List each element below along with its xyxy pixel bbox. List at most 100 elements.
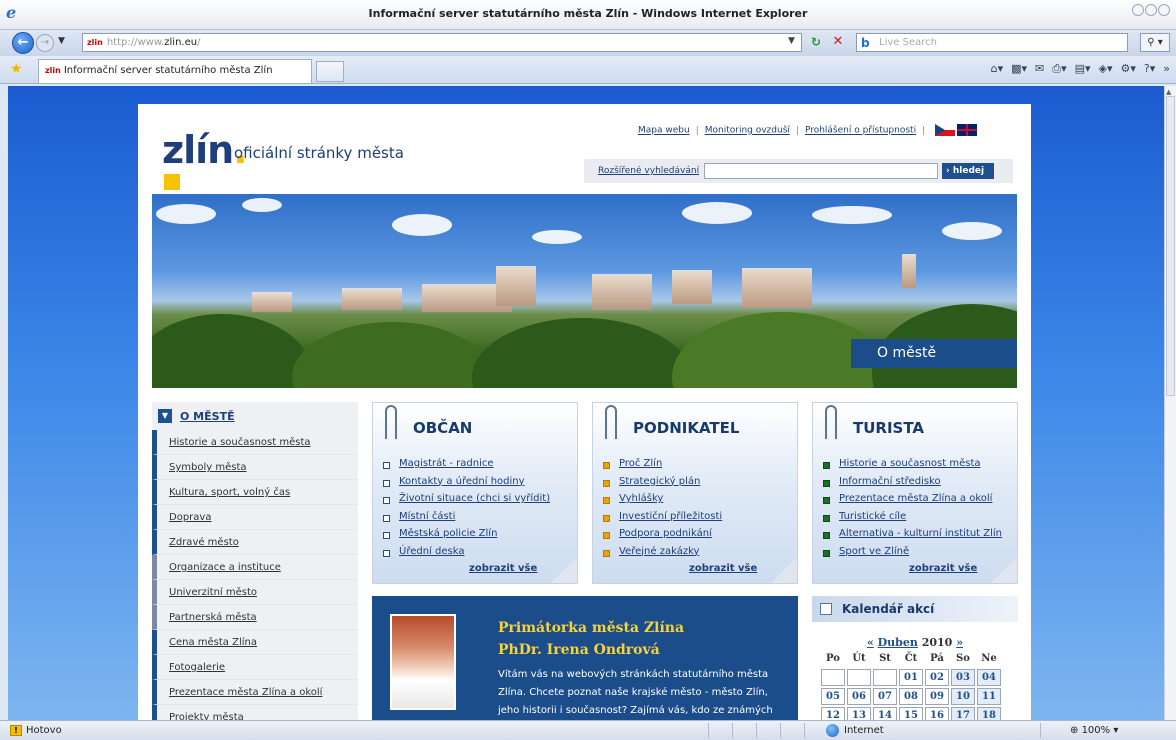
list-item[interactable]: Prezentace města Zlína a okolí [823,490,1002,508]
nav-item-projects[interactable]: Projekty města [152,705,358,720]
list-item[interactable]: Historie a současnost města [823,455,1002,473]
site-search-button[interactable]: › hledej [942,163,994,179]
safety-menu-icon[interactable]: ◈▾ [1099,62,1113,76]
page-menu-icon[interactable]: ▤▾ [1075,62,1091,76]
calendar-day[interactable]: 17 [951,707,975,720]
list-item[interactable]: Místní části [383,508,550,526]
list-item[interactable]: Úřední deska [383,543,550,561]
refresh-button[interactable]: ↻ [808,34,824,50]
calendar-day[interactable]: 11 [977,688,1001,705]
list-item[interactable]: Informační středisko [823,473,1002,491]
nav-item-symbols[interactable]: Symboly města [152,455,358,480]
list-item[interactable]: Investiční příležitosti [603,508,722,526]
building [742,268,812,308]
nav-item-healthy-city[interactable]: Zdravé město [152,530,358,555]
url-dropdown-icon[interactable]: ▼ [788,36,795,46]
zoom-control[interactable]: ⊕ 100% ▾ [1070,725,1118,736]
help-icon[interactable]: ?▾ [1144,62,1155,76]
tools-gear-icon[interactable]: ⚙▾ [1121,62,1136,76]
day-name: So [956,653,970,664]
mail-icon[interactable]: ✉ [1035,62,1044,76]
calendar-prev-link[interactable]: « [867,636,874,649]
list-item[interactable]: Podpora podnikání [603,525,722,543]
history-dropdown-icon[interactable]: ▼ [58,36,65,46]
site-search-input[interactable] [704,163,938,179]
live-search-input[interactable]: b Live Search [856,33,1128,52]
tab-active[interactable]: zlin Informační server statutárního města… [38,59,312,83]
list-item[interactable]: Alternativa - kulturní institut Zlín [823,525,1002,543]
list-item[interactable]: Životní situace (chci si vyřídit) [383,490,550,508]
calendar-day[interactable]: 09 [925,688,949,705]
calendar-day[interactable]: 06 [847,688,871,705]
nav-item-transport[interactable]: Doprava [152,505,358,530]
calendar-day[interactable]: 01 [899,669,923,686]
banner-about-city-label[interactable]: O městě [851,339,1017,368]
nav-item-photogallery[interactable]: Fotogalerie [152,655,358,680]
home-icon[interactable]: ⌂▾ [991,62,1004,76]
favorites-star-icon[interactable]: ★ [10,61,23,77]
show-all-link[interactable]: zobrazit vše [909,563,977,574]
day-name: Čt [904,653,918,664]
list-item[interactable]: Vyhlášky [603,490,722,508]
show-all-link[interactable]: zobrazit vše [469,563,537,574]
page-fold-icon [771,557,797,583]
advanced-search-link[interactable]: Rozšířené vyhledávání [598,166,699,176]
new-tab-button[interactable] [316,61,344,82]
calendar-day-empty [873,669,897,686]
print-icon[interactable]: ⎙▾ [1052,62,1066,76]
forward-button[interactable]: → [36,34,54,52]
english-flag-icon[interactable] [957,124,978,136]
mayor-photo[interactable] [390,614,456,710]
show-all-link[interactable]: zobrazit vše [689,563,757,574]
building [592,274,652,310]
link-accessibility[interactable]: Prohlášení o přístupnosti [805,126,916,136]
calendar-day[interactable]: 05 [821,688,845,705]
list-item[interactable]: Kontakty a úřední hodiny [383,473,550,491]
chevron-more-icon[interactable]: » [1163,62,1170,76]
link-air-monitoring[interactable]: Monitoring ovzduší [705,126,790,136]
calendar-day[interactable]: 15 [899,707,923,720]
calendar-day[interactable]: 02 [925,669,949,686]
list-item[interactable]: Sport ve Zlíně [823,543,1002,561]
list-item[interactable]: Magistrát - radnice [383,455,550,473]
nav-item-history[interactable]: Historie a současnost města [152,430,358,455]
stop-button[interactable]: ✕ [830,34,846,50]
vertical-scrollbar[interactable]: ▲ [1164,86,1176,720]
nav-item-city-award[interactable]: Cena města Zlína [152,630,358,655]
tab-title: Informační server statutárního města Zlí… [63,65,273,76]
calendar-day[interactable]: 16 [925,707,949,720]
left-nav-heading[interactable]: ▼ O MĚSTĚ [152,402,358,430]
nav-item-presentation[interactable]: Prezentace města Zlína a okolí [152,680,358,705]
calendar-next-link[interactable]: » [956,636,963,649]
calendar-day[interactable]: 04 [977,669,1001,686]
list-item[interactable]: Strategický plán [603,473,722,491]
scroll-thumb[interactable] [1166,96,1175,396]
calendar-day[interactable]: 07 [873,688,897,705]
list-item[interactable]: Proč Zlín [603,455,722,473]
nav-item-partner-cities[interactable]: Partnerská města [152,605,358,630]
calendar-day[interactable]: 08 [899,688,923,705]
list-item[interactable]: Veřejné zakázky [603,543,722,561]
calendar-month[interactable]: Duben [878,636,918,649]
nav-item-organizations[interactable]: Organizace a instituce [152,555,358,580]
list-item[interactable]: Městská policie Zlín [383,525,550,543]
link-site-map[interactable]: Mapa webu [638,126,690,136]
list-item[interactable]: Turistické cíle [823,508,1002,526]
close-button[interactable] [1158,4,1170,16]
calendar-day[interactable]: 10 [951,688,975,705]
url-input[interactable]: zlin http://www.zlin.eu/ [82,33,802,52]
search-go-button[interactable]: ⚲ ▾ [1140,33,1170,52]
calendar-day[interactable]: 12 [821,707,845,720]
nav-item-university[interactable]: Univerzitní město [152,580,358,605]
calendar-day[interactable]: 14 [873,707,897,720]
minimize-button[interactable] [1132,4,1144,16]
calendar-day[interactable]: 13 [847,707,871,720]
maximize-button[interactable] [1145,4,1157,16]
scroll-up-icon[interactable]: ▲ [1166,88,1171,96]
calendar-day[interactable]: 18 [977,707,1001,720]
feeds-icon[interactable]: ▩▾ [1011,62,1027,76]
back-button[interactable]: ← [12,32,34,54]
calendar-day[interactable]: 03 [951,669,975,686]
nav-item-culture[interactable]: Kultura, sport, volný čas [152,480,358,505]
czech-flag-icon[interactable] [935,124,956,136]
